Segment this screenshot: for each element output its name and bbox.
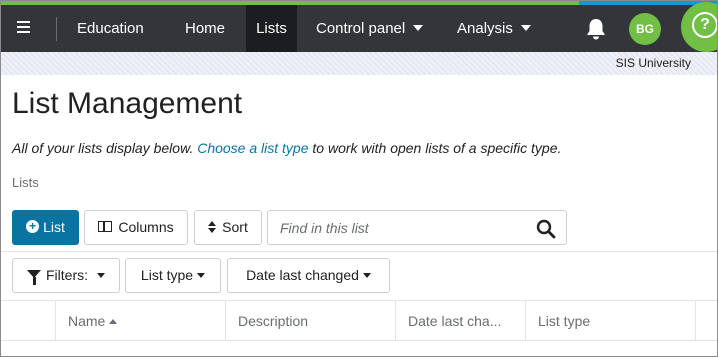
nav-analysis[interactable]: Analysis — [457, 5, 531, 52]
app-window: Education Home Lists Control panel Analy… — [0, 0, 718, 357]
page-title: List Management — [12, 87, 243, 120]
add-list-button[interactable]: + List — [12, 210, 79, 245]
grid-header: Name Description Date last cha... List t… — [1, 301, 717, 341]
nav-divider — [56, 17, 57, 41]
org-bar: SIS University — [1, 52, 717, 75]
choose-list-type-link[interactable]: Choose a list type — [197, 140, 308, 156]
top-navbar: Education Home Lists Control panel Analy… — [1, 2, 717, 52]
date-changed-filter-label: Date last changed — [246, 267, 359, 283]
filters-label: Filters: — [46, 267, 88, 283]
sort-label: Sort — [222, 219, 248, 235]
list-type-filter-label: List type — [140, 267, 194, 283]
search-input[interactable] — [268, 211, 526, 244]
plus-circle-icon: + — [26, 220, 40, 234]
list-type-filter[interactable]: List type — [125, 258, 221, 293]
org-name: SIS University — [615, 56, 691, 70]
nav-lists[interactable]: Lists — [246, 5, 297, 52]
intro-text-end: to work with open lists of a specific ty… — [308, 140, 562, 156]
help-icon: ? — [692, 12, 717, 38]
intro-text: All of your lists display below. Choose … — [12, 140, 561, 156]
columns-button[interactable]: Columns — [84, 210, 188, 245]
chevron-down-icon — [520, 25, 531, 32]
chevron-down-icon — [413, 25, 424, 32]
sort-icon — [208, 220, 217, 233]
hamburger-icon[interactable] — [15, 18, 35, 38]
column-header-name-label: Name — [68, 313, 106, 329]
columns-label: Columns — [118, 219, 174, 235]
column-header-name[interactable]: Name — [55, 301, 225, 341]
nav-analysis-label: Analysis — [457, 20, 513, 37]
column-header-description[interactable]: Description — [225, 301, 395, 341]
nav-control-panel-label: Control panel — [316, 20, 406, 37]
sort-button[interactable]: Sort — [194, 210, 262, 245]
column-separator[interactable] — [695, 301, 696, 341]
avatar[interactable]: BG — [629, 13, 661, 45]
search-box — [267, 210, 567, 245]
filter-icon — [27, 270, 41, 286]
column-header-date-last-changed[interactable]: Date last cha... — [395, 301, 525, 341]
nav-home[interactable]: Home — [185, 5, 225, 52]
search-icon[interactable] — [536, 219, 556, 239]
nav-control-panel[interactable]: Control panel — [316, 5, 424, 52]
intro-text-start: All of your lists display below. — [12, 140, 198, 156]
divider — [1, 251, 717, 252]
chevron-down-icon — [97, 272, 105, 278]
column-header-list-type[interactable]: List type — [525, 301, 695, 341]
bell-icon[interactable] — [585, 17, 607, 41]
help-button[interactable]: ? — [681, 2, 717, 52]
filters-button[interactable]: Filters: — [12, 258, 120, 293]
chevron-down-icon — [362, 272, 371, 278]
date-changed-filter[interactable]: Date last changed — [227, 258, 390, 293]
columns-icon — [98, 221, 113, 233]
sort-ascending-icon — [109, 318, 118, 324]
chevron-down-icon — [197, 272, 206, 278]
nav-education[interactable]: Education — [77, 5, 144, 52]
breadcrumb[interactable]: Lists — [12, 175, 39, 190]
add-list-label: List — [43, 219, 65, 235]
